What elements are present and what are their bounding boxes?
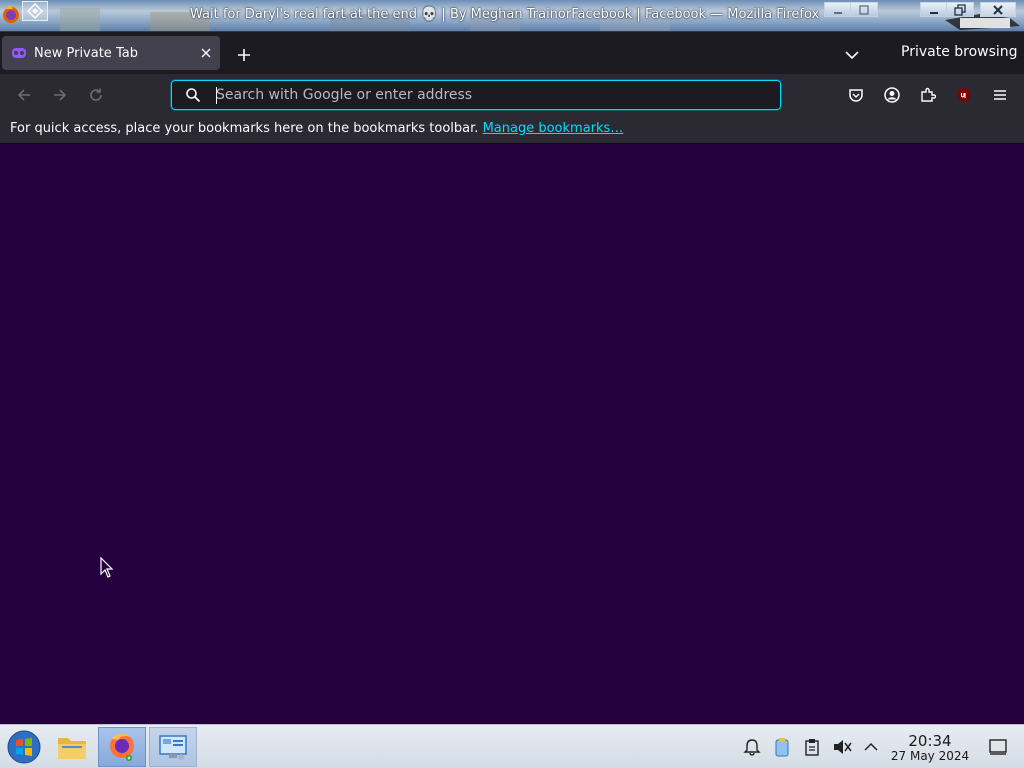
account-icon[interactable] <box>880 83 904 107</box>
taskbar: 20:34 27 May 2024 <box>0 724 1024 768</box>
notifications-bell-icon[interactable] <box>742 737 762 757</box>
window-title: Wait for Daryl's real fart at the end 💀 … <box>190 7 820 22</box>
file-manager-folder-icon[interactable] <box>48 727 96 767</box>
clipboard-applet-icon[interactable] <box>772 737 792 757</box>
clock-time[interactable]: 20:34 <box>892 732 968 750</box>
private-browsing-indicator: Private browsing <box>901 44 1018 60</box>
app-menu-icon[interactable] <box>2 3 22 25</box>
address-input[interactable] <box>216 84 766 106</box>
clock-date[interactable]: 27 May 2024 <box>886 749 974 763</box>
clipboard-icon[interactable] <box>802 737 822 757</box>
inactive-minimize-button[interactable] <box>824 2 852 17</box>
minimize-button[interactable] <box>920 2 948 17</box>
forward-arrow-icon[interactable] <box>48 83 72 107</box>
window-title-bar: Wait for Daryl's real fart at the end 💀 … <box>0 0 1024 32</box>
window-menu-button[interactable] <box>22 1 48 21</box>
close-window-button[interactable] <box>980 2 1016 17</box>
private-browsing-page <box>0 145 1024 724</box>
pocket-icon[interactable] <box>844 83 868 107</box>
text-caret <box>216 87 217 104</box>
back-arrow-icon[interactable] <box>12 83 36 107</box>
tab-label: New Private Tab <box>34 45 138 61</box>
navigation-toolbar <box>0 74 1024 116</box>
address-bar[interactable] <box>170 79 782 111</box>
show-desktop-icon[interactable] <box>988 737 1008 757</box>
bookmarks-toolbar: For quick access, place your bookmarks h… <box>0 116 1024 144</box>
restore-button[interactable] <box>946 2 974 17</box>
tab-new-private-tab[interactable]: New Private Tab <box>2 36 220 70</box>
inactive-maximize-button[interactable] <box>850 2 878 17</box>
tab-strip: New Private Tab Private browsing <box>0 32 1024 74</box>
private-mask-icon <box>12 46 26 60</box>
new-tab-button[interactable] <box>232 43 256 67</box>
mouse-pointer-icon <box>100 556 114 579</box>
remote-desktop-icon[interactable] <box>149 727 197 767</box>
hamburger-menu-icon[interactable] <box>988 83 1012 107</box>
extensions-puzzle-icon[interactable] <box>916 83 940 107</box>
ublock-origin-icon[interactable] <box>952 83 976 107</box>
show-hidden-icons-chevron-up-icon[interactable] <box>861 737 881 757</box>
start-menu-button[interactable] <box>0 727 48 767</box>
close-tab-icon[interactable] <box>198 45 214 61</box>
manage-bookmarks-link[interactable]: Manage bookmarks… <box>483 121 624 136</box>
list-all-tabs-chevron-down-icon[interactable] <box>840 43 864 67</box>
search-icon <box>185 87 201 103</box>
bookmarks-empty-message: For quick access, place your bookmarks h… <box>10 121 479 136</box>
volume-muted-icon[interactable] <box>832 737 852 757</box>
reload-icon[interactable] <box>84 83 108 107</box>
firefox-taskbar-icon[interactable] <box>98 727 146 767</box>
